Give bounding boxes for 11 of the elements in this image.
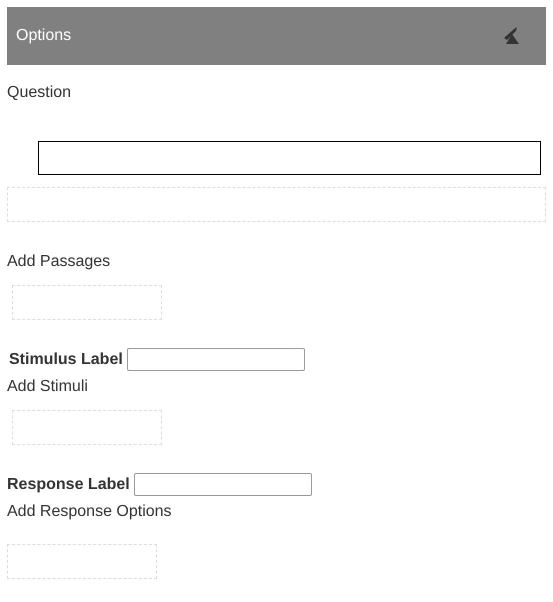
stimulus-label-input[interactable]	[126, 348, 305, 371]
response-label-input[interactable]	[134, 473, 312, 496]
field-label: Stimulus Label	[9, 350, 123, 368]
section-label: Add Response Options	[7, 503, 172, 521]
section-label: Add Stimuli	[7, 378, 88, 396]
question-label: Question	[7, 84, 72, 102]
pencil-icon[interactable]	[502, 27, 520, 45]
panel-title: Options	[16, 27, 72, 45]
section-label: Add Passages	[7, 253, 110, 271]
field-label: Response Label	[7, 476, 130, 494]
question-input[interactable]	[38, 141, 541, 175]
